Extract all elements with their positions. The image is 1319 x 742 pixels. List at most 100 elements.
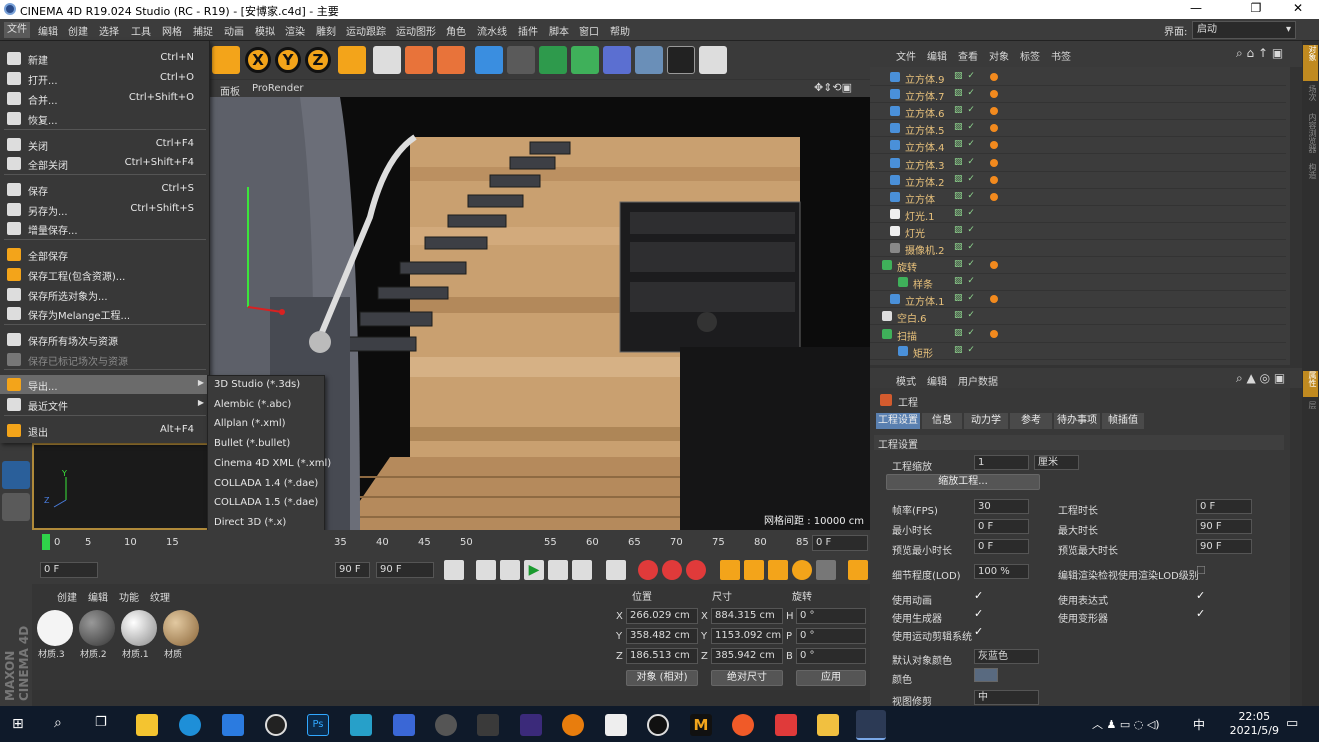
end-frame-field[interactable]: 90 F bbox=[376, 562, 434, 578]
file-menu-close[interactable]: 关闭 Ctrl+F4 bbox=[0, 135, 210, 154]
render-view-icon[interactable] bbox=[373, 46, 401, 74]
om-search-icon[interactable]: ⌕ ⌂ ↑ ▣ bbox=[1236, 46, 1283, 61]
file-menu-save-selected-objects[interactable]: 保存所选对象为... bbox=[0, 285, 210, 304]
am-menu-userdata[interactable]: 用户数据 bbox=[958, 373, 998, 388]
default-color-select[interactable]: 灰蓝色 bbox=[974, 649, 1039, 664]
timeline-ruler[interactable]: 0 5 10 15 35 40 45 50 55 60 65 70 75 80 … bbox=[32, 530, 870, 556]
rot-p-field[interactable]: 0 ° bbox=[796, 628, 866, 644]
rot-h-field[interactable]: 0 ° bbox=[796, 608, 866, 624]
file-menu-save-all-takes[interactable]: 保存所有场次与资源 bbox=[0, 330, 210, 349]
phong-tag-icon[interactable] bbox=[990, 158, 998, 167]
tab-objects[interactable]: 对象 bbox=[1303, 45, 1318, 81]
visibility-flags-icon[interactable]: ▨ ✓ bbox=[954, 328, 976, 338]
apply-button[interactable]: 应用 bbox=[796, 670, 866, 686]
visibility-flags-icon[interactable]: ▨ ✓ bbox=[954, 293, 976, 303]
export-format-item[interactable]: Alembic (*.abc) bbox=[208, 396, 324, 415]
export-format-item[interactable]: COLLADA 1.4 (*.dae) bbox=[208, 475, 324, 494]
file-menu-save-all[interactable]: 全部保存 bbox=[0, 245, 210, 264]
key-position-icon[interactable] bbox=[720, 560, 740, 580]
visibility-flags-icon[interactable]: ▨ ✓ bbox=[954, 174, 976, 184]
menu-help[interactable]: 帮助 bbox=[610, 23, 630, 38]
goto-start-icon[interactable] bbox=[444, 560, 464, 580]
tab-info[interactable]: 信息 bbox=[922, 413, 962, 429]
visibility-flags-icon[interactable]: ▨ ✓ bbox=[954, 88, 976, 98]
file-menu-save-incremental[interactable]: 增量保存... bbox=[0, 219, 210, 238]
edge-browser-icon[interactable] bbox=[179, 714, 201, 736]
visibility-flags-icon[interactable]: ▨ ✓ bbox=[954, 157, 976, 167]
key-rotation-icon[interactable] bbox=[768, 560, 788, 580]
viewport-menu-panel[interactable]: 面板 bbox=[220, 83, 240, 98]
notification-icon[interactable]: ▭ bbox=[1286, 716, 1298, 731]
goto-end-icon[interactable] bbox=[606, 560, 626, 580]
file-menu-save-melange[interactable]: 保存为Melange工程... bbox=[0, 304, 210, 323]
photoshop-icon[interactable]: Ps bbox=[307, 714, 329, 736]
visibility-flags-icon[interactable]: ▨ ✓ bbox=[954, 276, 976, 286]
tray-icons[interactable]: ︿ ♟ ▭ ◌ ◁) bbox=[1092, 716, 1160, 732]
record-icon[interactable] bbox=[638, 560, 658, 580]
use-animation-checkbox[interactable]: ✓ bbox=[974, 589, 983, 602]
preview-end-field[interactable]: 90 F bbox=[335, 562, 370, 578]
polygon-mode-icon[interactable] bbox=[2, 461, 30, 489]
menu-tools[interactable]: 工具 bbox=[131, 23, 151, 38]
mograph-cloner-icon[interactable] bbox=[571, 46, 599, 74]
visibility-flags-icon[interactable]: ▨ ✓ bbox=[954, 225, 976, 235]
phong-tag-icon[interactable] bbox=[990, 107, 998, 116]
file-menu-recent-files[interactable]: 最近文件 ▶ bbox=[0, 395, 210, 414]
prev-frame-icon[interactable] bbox=[500, 560, 520, 580]
min-time-field[interactable]: 0 F bbox=[974, 519, 1029, 534]
app-icon[interactable] bbox=[520, 714, 542, 736]
fps-field[interactable]: 30 bbox=[974, 499, 1029, 514]
file-menu-save-project-assets[interactable]: 保存工程(包含资源)... bbox=[0, 265, 210, 284]
visibility-flags-icon[interactable]: ▨ ✓ bbox=[954, 345, 976, 355]
cinema4d-taskbar-icon[interactable] bbox=[856, 710, 886, 740]
windows-start-icon[interactable]: ⊞ bbox=[12, 716, 28, 732]
z-axis-lock-icon[interactable]: Z bbox=[305, 47, 331, 73]
object-row[interactable]: 样条 ▨ ✓ bbox=[870, 274, 1286, 292]
x-axis-lock-icon[interactable]: X bbox=[245, 47, 271, 73]
key-pla-icon[interactable] bbox=[816, 560, 836, 580]
play-icon[interactable]: ▶ bbox=[524, 560, 544, 580]
object-row[interactable]: 矩形 ▨ ✓ bbox=[870, 343, 1286, 360]
am-search-icon[interactable]: ⌕ ▲ ◎ ▣ bbox=[1236, 371, 1285, 386]
object-row[interactable]: 摄像机.2 ▨ ✓ bbox=[870, 240, 1286, 257]
phong-tag-icon[interactable] bbox=[990, 73, 998, 81]
tab-layers[interactable]: 层 bbox=[1303, 401, 1318, 417]
app-icon[interactable] bbox=[477, 714, 499, 736]
use-expressions-checkbox[interactable]: ✓ bbox=[1196, 589, 1205, 602]
use-motion-checkbox[interactable]: ✓ bbox=[974, 625, 983, 638]
task-view-icon[interactable]: ❐ bbox=[95, 715, 107, 730]
file-menu-exit[interactable]: 退出 Alt+F4 bbox=[0, 421, 210, 440]
scale-project-button[interactable]: 缩放工程... bbox=[886, 474, 1040, 490]
unreal-icon[interactable] bbox=[647, 714, 669, 736]
next-frame-icon[interactable] bbox=[548, 560, 568, 580]
move-icon[interactable] bbox=[212, 46, 240, 74]
tab-attributes[interactable]: 属性 bbox=[1303, 371, 1318, 397]
current-frame-field[interactable]: 0 F bbox=[812, 535, 868, 551]
coordinate-system-icon[interactable] bbox=[338, 46, 366, 74]
object-row[interactable]: 灯光.1 ▨ ✓ bbox=[870, 206, 1286, 223]
visibility-flags-icon[interactable]: ▨ ✓ bbox=[954, 259, 976, 269]
export-format-item[interactable]: Allplan (*.xml) bbox=[208, 415, 324, 434]
material-swatch[interactable] bbox=[79, 610, 115, 646]
object-row[interactable]: 立方体.1 ▨ ✓ bbox=[870, 291, 1286, 309]
object-row[interactable]: 立方体.2 ▨ ✓ bbox=[870, 172, 1286, 189]
render-picture-viewer-icon[interactable] bbox=[405, 46, 433, 74]
pos-z-field[interactable]: 186.513 cm bbox=[626, 648, 698, 664]
object-row[interactable]: 旋转 ▨ ✓ bbox=[870, 257, 1286, 275]
file-menu-revert[interactable]: 恢复... bbox=[0, 109, 210, 128]
timeline-window-icon[interactable] bbox=[848, 560, 868, 580]
visibility-flags-icon[interactable]: ▨ ✓ bbox=[954, 191, 976, 201]
playhead[interactable] bbox=[42, 534, 50, 550]
phong-tag-icon[interactable] bbox=[990, 175, 998, 184]
phong-tag-icon[interactable] bbox=[990, 124, 998, 133]
export-format-item[interactable]: COLLADA 1.5 (*.dae) bbox=[208, 494, 324, 513]
object-row[interactable]: 灯光 ▨ ✓ bbox=[870, 223, 1286, 240]
visibility-flags-icon[interactable]: ▨ ✓ bbox=[954, 122, 976, 132]
viewport-menu-prorender[interactable]: ProRender bbox=[252, 83, 303, 94]
export-format-item[interactable]: Bullet (*.bullet) bbox=[208, 435, 324, 454]
object-row[interactable]: 立方体 ▨ ✓ bbox=[870, 189, 1286, 206]
app-icon[interactable] bbox=[222, 714, 244, 736]
menu-animate[interactable]: 动画 bbox=[224, 23, 244, 38]
tab-project-settings[interactable]: 工程设置 bbox=[876, 413, 920, 429]
menu-render[interactable]: 渲染 bbox=[285, 23, 305, 38]
